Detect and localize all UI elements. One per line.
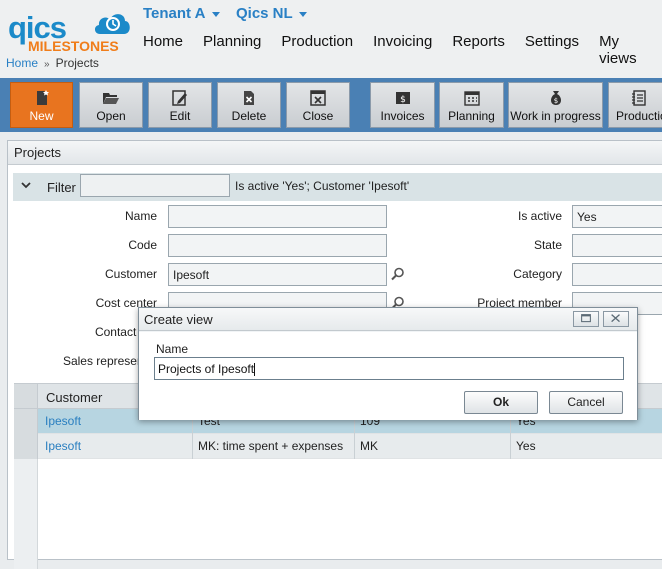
column-divider — [192, 434, 193, 459]
delete-label: Delete — [231, 109, 267, 123]
nav-reports[interactable]: Reports — [452, 33, 505, 67]
row-selector-gutter — [14, 459, 38, 569]
breadcrumb: Home » Projects — [6, 56, 99, 70]
pencil-icon — [172, 90, 187, 106]
column-divider — [354, 434, 355, 459]
row-selector[interactable] — [14, 434, 38, 459]
edit-button[interactable]: Edit — [148, 82, 212, 128]
new-button[interactable]: New — [10, 82, 73, 128]
close-button[interactable]: Close — [286, 82, 350, 128]
delete-button[interactable]: Delete — [217, 82, 281, 128]
invoices-label: Invoices — [380, 109, 425, 123]
view-name-input[interactable]: Projects of Ipesoft — [154, 357, 624, 380]
filter-label: Filter — [47, 180, 76, 195]
nav-settings[interactable]: Settings — [525, 33, 579, 67]
logo-milestones-text: MILESTONES — [28, 38, 119, 54]
ok-button[interactable]: Ok — [464, 391, 538, 414]
category-select[interactable] — [572, 263, 662, 286]
svg-text:$: $ — [553, 97, 557, 105]
svg-text:$: $ — [400, 95, 406, 105]
new-label: New — [29, 109, 54, 123]
row-active: Yes — [516, 439, 536, 453]
table-row[interactable]: Ipesoft MK: time spent + expenses MK Yes — [14, 434, 662, 459]
dialog-close-button[interactable] — [603, 311, 629, 327]
code-label: Code — [128, 238, 157, 252]
name-field[interactable] — [168, 205, 387, 228]
dialog-title: Create view — [139, 308, 637, 331]
tenant-label: Tenant A — [143, 5, 206, 22]
text-cursor — [254, 363, 256, 377]
row-customer[interactable]: Ipesoft — [45, 414, 81, 428]
search-icon[interactable] — [391, 267, 405, 281]
name-label: Name — [124, 209, 157, 223]
create-view-dialog: Create view Name Projects of Ipesoft Ok … — [138, 307, 638, 420]
row-name: MK: time spent + expenses — [198, 439, 344, 453]
cancel-button[interactable]: Cancel — [549, 391, 623, 414]
app-logo[interactable]: qics MILESTONES — [8, 8, 132, 54]
customer-field[interactable]: Ipesoft — [168, 263, 387, 286]
is-active-label: Is active — [517, 209, 562, 223]
is-active-select[interactable]: Yes — [572, 205, 662, 228]
open-button[interactable]: Open — [79, 82, 143, 128]
notebook-icon — [632, 90, 646, 106]
invoice-icon: $ — [395, 92, 410, 105]
filter-summary: Is active 'Yes'; Customer 'Ipesoft' — [235, 179, 410, 193]
new-document-icon — [36, 90, 49, 105]
chevron-down-icon — [298, 11, 307, 17]
toolbar: New Open Edit Delete Close $ Invoices Pl… — [0, 78, 662, 132]
money-bag-icon: $ — [550, 91, 561, 105]
planning-button[interactable]: Planning — [439, 82, 504, 128]
app-header: qics MILESTONES Tenant A Qics NL Home Pl… — [0, 0, 662, 80]
category-label: Category — [513, 267, 562, 281]
code-field[interactable] — [168, 234, 387, 257]
close-icon — [611, 314, 620, 323]
sales-representative-label: Sales representat — [62, 354, 157, 368]
nav-home[interactable]: Home — [143, 33, 183, 67]
production-label: Production — [616, 109, 662, 123]
nav-my-views[interactable]: My views — [599, 33, 642, 67]
production-button[interactable]: Production — [608, 82, 662, 128]
state-label: State — [533, 238, 562, 252]
invoices-button[interactable]: $ Invoices — [370, 82, 435, 128]
close-label: Close — [302, 109, 334, 123]
customer-label: Customer — [104, 267, 157, 281]
row-customer[interactable]: Ipesoft — [45, 439, 81, 453]
column-divider — [510, 434, 511, 459]
open-label: Open — [96, 109, 126, 123]
maximize-icon — [581, 314, 591, 323]
folder-open-icon — [103, 93, 119, 104]
column-header-customer[interactable]: Customer — [46, 390, 102, 405]
filter-input[interactable] — [80, 174, 230, 197]
main-nav: Home Planning Production Invoicing Repor… — [143, 33, 662, 67]
cloud-icon — [94, 14, 130, 34]
dialog-body: Name Projects of Ipesoft Ok Cancel — [139, 332, 637, 420]
company-selector[interactable]: Qics NL — [236, 5, 307, 22]
calendar-icon — [463, 91, 480, 106]
panel-title: Projects — [8, 141, 662, 165]
edit-label: Edit — [169, 109, 191, 123]
view-name-label: Name — [156, 342, 189, 356]
nav-production[interactable]: Production — [281, 33, 353, 67]
chevron-down-icon[interactable] — [21, 180, 31, 190]
maximize-button[interactable] — [573, 311, 599, 327]
view-name-value: Projects of Ipesoft — [158, 362, 255, 376]
row-selector[interactable] — [14, 409, 38, 434]
planning-label: Planning — [448, 109, 495, 123]
nav-planning[interactable]: Planning — [203, 33, 261, 67]
delete-document-icon — [244, 91, 254, 105]
row-code: MK — [360, 439, 378, 453]
breadcrumb-separator: » — [44, 59, 50, 70]
close-box-icon — [310, 90, 326, 106]
company-label: Qics NL — [236, 5, 293, 22]
nav-invoicing[interactable]: Invoicing — [373, 33, 432, 67]
chevron-down-icon — [211, 11, 220, 17]
breadcrumb-home[interactable]: Home — [6, 56, 38, 70]
state-select[interactable] — [572, 234, 662, 257]
work-in-progress-label: Work in progress — [510, 109, 601, 123]
tenant-selector[interactable]: Tenant A — [143, 5, 220, 22]
filter-bar: Filter Is active 'Yes'; Customer 'Ipesof… — [13, 173, 662, 201]
grid-select-all[interactable] — [14, 384, 38, 408]
breadcrumb-current: Projects — [55, 56, 99, 70]
work-in-progress-button[interactable]: $ Work in progress — [508, 82, 603, 128]
